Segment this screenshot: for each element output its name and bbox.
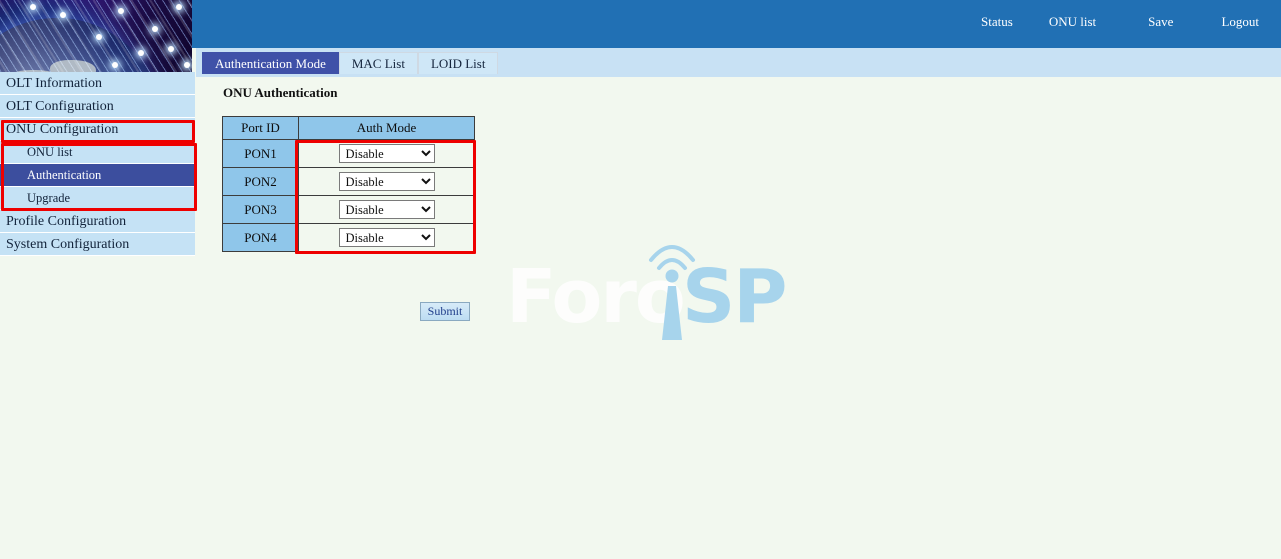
nav-link-save[interactable]: Save [1142,12,1179,32]
top-navigation: Status ONU list Save Logout [975,12,1265,32]
sidebar-item-label: ONU Configuration [6,122,118,137]
sidebar-item-label: System Configuration [6,237,129,252]
tab-label: Authentication Mode [215,56,326,71]
onu-authentication-table: Port ID Auth Mode PON1 DisableMACLOIDLOI… [222,116,475,252]
cell-port-id: PON2 [223,168,299,196]
sidebar-item-label: OLT Configuration [6,99,114,114]
sidebar-item-label: ONU list [27,145,73,159]
table-header-row: Port ID Auth Mode [223,117,475,140]
foroisp-watermark: Foro SP [506,230,796,340]
page-title: ONU Authentication [223,85,337,101]
table-row: PON1 DisableMACLOIDLOID+PWDMAC+LOID [223,140,475,168]
sidebar-item-onu-list[interactable]: ONU list [0,141,195,164]
sidebar-item-authentication[interactable]: Authentication [0,164,195,187]
cell-port-id: PON4 [223,224,299,252]
submit-button[interactable]: Submit [420,302,470,321]
sidebar-item-profile-configuration[interactable]: Profile Configuration [0,210,195,233]
sidebar-item-upgrade[interactable]: Upgrade [0,187,195,210]
sidebar-item-label: OLT Information [6,76,102,91]
cell-auth-mode: DisableMACLOIDLOID+PWDMAC+LOID [299,196,475,224]
nav-link-logout[interactable]: Logout [1215,12,1265,32]
auth-mode-select-pon3[interactable]: DisableMACLOIDLOID+PWDMAC+LOID [339,200,435,219]
table-row: PON4 DisableMACLOIDLOID+PWDMAC+LOID [223,224,475,252]
watermark-text-foro: Foro [506,260,684,334]
table-row: PON3 DisableMACLOIDLOID+PWDMAC+LOID [223,196,475,224]
cell-port-id: PON3 [223,196,299,224]
tab-loid-list[interactable]: LOID List [418,52,499,74]
auth-mode-select-pon4[interactable]: DisableMACLOIDLOID+PWDMAC+LOID [339,228,435,247]
nav-link-onu-list[interactable]: ONU list [1043,12,1102,32]
sidebar-item-olt-information[interactable]: OLT Information [0,72,195,95]
sidebar-item-onu-configuration[interactable]: ONU Configuration [0,118,195,141]
main-content: Authentication Mode MAC List LOID List O… [196,48,1281,559]
sidebar-item-system-configuration[interactable]: System Configuration [0,233,195,256]
auth-mode-select-pon2[interactable]: DisableMACLOIDLOID+PWDMAC+LOID [339,172,435,191]
cell-auth-mode: DisableMACLOIDLOID+PWDMAC+LOID [299,224,475,252]
auth-mode-select-pon1[interactable]: DisableMACLOIDLOID+PWDMAC+LOID [339,144,435,163]
globe-fiber-optic-banner [0,0,192,72]
tab-mac-list[interactable]: MAC List [339,52,418,74]
sidebar-item-olt-configuration[interactable]: OLT Configuration [0,95,195,118]
top-header-bar: Status ONU list Save Logout [192,0,1281,48]
nav-link-status[interactable]: Status [975,12,1019,32]
cell-auth-mode: DisableMACLOIDLOID+PWDMAC+LOID [299,168,475,196]
column-header-port-id: Port ID [223,117,299,140]
table-row: PON2 DisableMACLOIDLOID+PWDMAC+LOID [223,168,475,196]
tab-authentication-mode[interactable]: Authentication Mode [202,52,339,74]
application-window: Status ONU list Save Logout OLT Informat… [0,0,1281,559]
antenna-tower-icon [646,236,698,340]
watermark-text-sp: SP [682,260,786,334]
sidebar-item-label: Authentication [27,168,101,182]
cell-auth-mode: DisableMACLOIDLOID+PWDMAC+LOID [299,140,475,168]
tab-strip: Authentication Mode MAC List LOID List [196,48,1281,77]
tab-label: MAC List [352,56,405,71]
cell-port-id: PON1 [223,140,299,168]
sidebar-item-label: Profile Configuration [6,214,126,229]
sidebar-item-label: Upgrade [27,191,70,205]
column-header-auth-mode: Auth Mode [299,117,475,140]
tab-label: LOID List [431,56,486,71]
sidebar-navigation: OLT Information OLT Configuration ONU Co… [0,72,195,259]
